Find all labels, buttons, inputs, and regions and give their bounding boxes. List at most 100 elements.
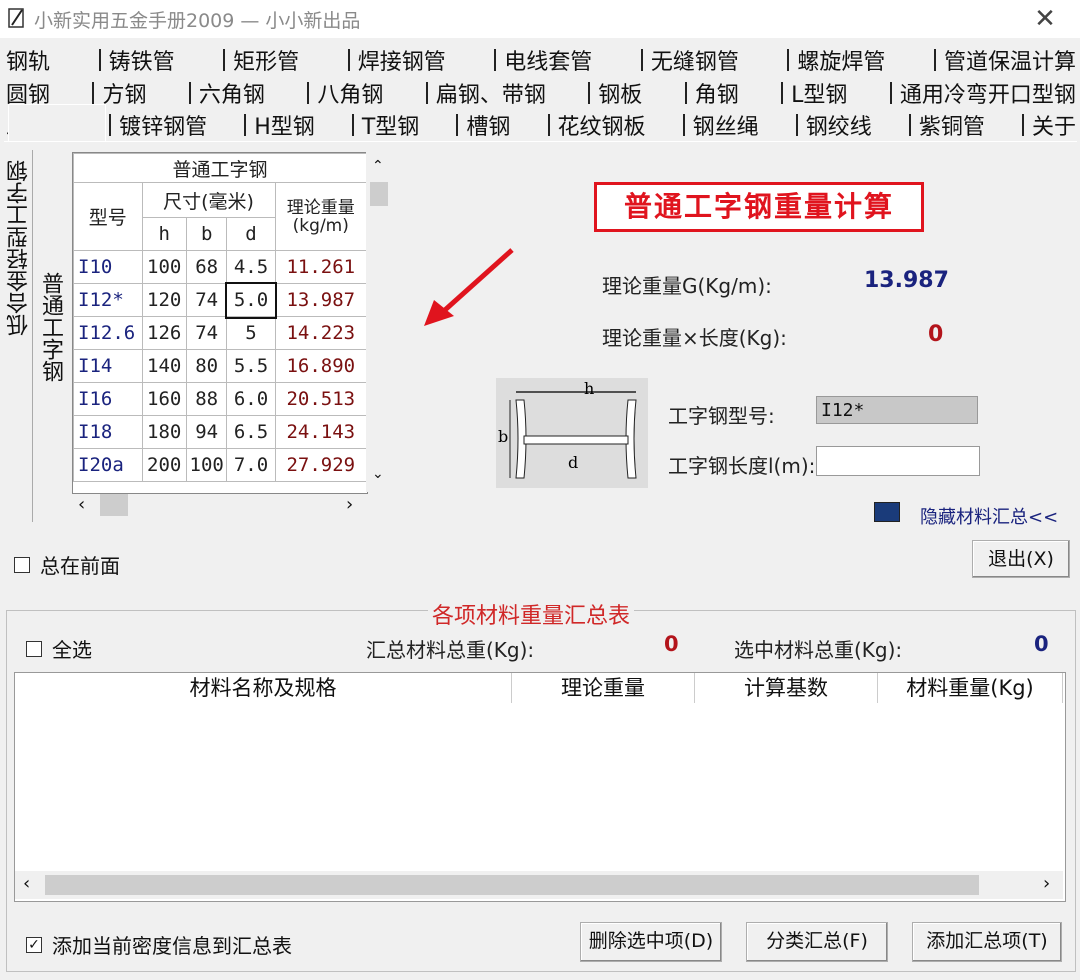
table-row[interactable]: I18 180 94 6.5 24.143 bbox=[73, 415, 367, 449]
cell-h[interactable]: 200 bbox=[141, 448, 187, 482]
tab-row1-1[interactable]: 铸铁管 bbox=[91, 44, 175, 76]
summary-scroll-right-icon[interactable]: › bbox=[1043, 873, 1050, 894]
cell-w[interactable]: 14.223 bbox=[274, 316, 367, 350]
always-on-top-checkbox[interactable] bbox=[14, 556, 30, 573]
length-input[interactable] bbox=[816, 446, 980, 476]
tab-row1-0[interactable]: 钢轨 bbox=[6, 44, 50, 76]
cell-model[interactable]: I12* bbox=[73, 283, 143, 317]
cell-h[interactable]: 140 bbox=[141, 349, 187, 383]
summary-horizontal-scrollbar[interactable]: ‹ › bbox=[15, 871, 1063, 899]
close-button[interactable]: ✕ bbox=[1030, 4, 1060, 34]
cell-w[interactable]: 16.890 bbox=[274, 349, 367, 383]
cell-h[interactable]: 180 bbox=[141, 415, 187, 449]
scroll-up-icon[interactable]: ⌃ bbox=[372, 158, 384, 174]
always-on-top[interactable]: 总在前面 bbox=[14, 550, 120, 579]
col-calc-base[interactable]: 计算基数 bbox=[695, 673, 878, 703]
tab-row2-5[interactable]: 钢板 bbox=[580, 77, 642, 109]
cell-d[interactable]: 5 bbox=[226, 316, 276, 350]
cell-model[interactable]: I16 bbox=[73, 382, 143, 416]
table-row[interactable]: I12* 120 74 5.0 13.987 bbox=[73, 281, 367, 319]
tab-row1-2[interactable]: 矩形管 bbox=[215, 44, 299, 76]
cell-w[interactable]: 20.513 bbox=[274, 382, 367, 416]
col-material-weight[interactable]: 材料重量(Kg) bbox=[878, 673, 1063, 703]
tab-row3-4[interactable]: 槽钢 bbox=[448, 109, 510, 141]
cell-b[interactable]: 74 bbox=[185, 316, 228, 350]
tab-row3-8[interactable]: 紫铜管 bbox=[901, 109, 985, 141]
cell-d[interactable]: 5.0 bbox=[224, 281, 278, 319]
cell-h[interactable]: 126 bbox=[141, 316, 187, 350]
summary-list[interactable]: 材料名称及规格 理论重量 计算基数 材料重量(Kg) ‹ › bbox=[14, 672, 1066, 902]
scroll-down-icon[interactable]: ⌄ bbox=[372, 466, 384, 482]
cell-d[interactable]: 5.5 bbox=[226, 349, 276, 383]
tab-row3-1[interactable]: 镀锌钢管 bbox=[101, 109, 207, 141]
table-vertical-scrollbar[interactable]: ⌃ ⌄ bbox=[366, 152, 392, 492]
delete-selected-button[interactable]: 删除选中项(D) bbox=[580, 922, 722, 962]
tab-row3-7[interactable]: 钢绞线 bbox=[788, 109, 872, 141]
tab-row1-7[interactable]: 管道保温计算 bbox=[926, 44, 1076, 76]
cell-b[interactable]: 74 bbox=[185, 283, 228, 317]
summary-scroll-left-icon[interactable]: ‹ bbox=[23, 873, 30, 894]
tab-row1-3[interactable]: 焊接钢管 bbox=[340, 44, 446, 76]
add-density-checkbox[interactable]: ✓ bbox=[26, 936, 42, 953]
cell-model[interactable]: I14 bbox=[73, 349, 143, 383]
tab-row2-4[interactable]: 扁钢、带钢 bbox=[418, 77, 546, 109]
tab-row2-8[interactable]: 通用冷弯开口型钢 bbox=[882, 77, 1076, 109]
tab-row1-4[interactable]: 电线套管 bbox=[486, 44, 592, 76]
hscroll-thumb[interactable] bbox=[100, 494, 128, 516]
tab-row3-3[interactable]: T型钢 bbox=[344, 109, 419, 141]
tab-row3-9[interactable]: 关于 bbox=[1014, 109, 1076, 141]
cell-h[interactable]: 160 bbox=[141, 382, 187, 416]
add-density[interactable]: ✓ 添加当前密度信息到汇总表 bbox=[26, 930, 292, 959]
table-row[interactable]: I16 160 88 6.0 20.513 bbox=[73, 382, 367, 416]
cell-h[interactable]: 120 bbox=[141, 283, 187, 317]
tab-row1-6[interactable]: 螺旋焊管 bbox=[779, 44, 885, 76]
cell-model[interactable]: I10 bbox=[73, 250, 143, 284]
exit-button[interactable]: 退出(X) bbox=[972, 540, 1070, 578]
cell-w[interactable]: 11.261 bbox=[274, 250, 367, 284]
cell-d[interactable]: 7.0 bbox=[226, 448, 276, 482]
cell-w[interactable]: 27.929 bbox=[274, 448, 367, 482]
cell-b[interactable]: 88 bbox=[185, 382, 228, 416]
tab-row2-2[interactable]: 六角钢 bbox=[181, 77, 265, 109]
col-theory-weight[interactable]: 理论重量 bbox=[512, 673, 695, 703]
tab-row3-5[interactable]: 花纹钢板 bbox=[540, 109, 646, 141]
classify-summary-button[interactable]: 分类汇总(F) bbox=[746, 922, 888, 962]
cell-w[interactable]: 24.143 bbox=[274, 415, 367, 449]
vtab-normal-i-beam[interactable]: 普通工字钢 bbox=[34, 272, 64, 412]
table-horizontal-scrollbar[interactable]: ‹ › bbox=[72, 492, 366, 518]
col-material-name[interactable]: 材料名称及规格 bbox=[15, 673, 512, 703]
cell-h[interactable]: 100 bbox=[141, 250, 187, 284]
summary-scroll-thumb[interactable] bbox=[45, 875, 979, 895]
cell-d[interactable]: 6.0 bbox=[226, 382, 276, 416]
table-row[interactable]: I10 100 68 4.5 11.261 bbox=[73, 250, 367, 284]
cell-model[interactable]: I20a bbox=[73, 448, 143, 482]
cell-d[interactable]: 6.5 bbox=[226, 415, 276, 449]
table-row[interactable]: I14 140 80 5.5 16.890 bbox=[73, 349, 367, 383]
cell-b[interactable]: 100 bbox=[185, 448, 228, 482]
scroll-thumb[interactable] bbox=[370, 182, 388, 206]
select-all[interactable]: 全选 bbox=[26, 634, 92, 663]
table-row[interactable]: I20a 200 100 7.0 27.929 bbox=[73, 448, 367, 482]
tab-row1-5[interactable]: 无缝钢管 bbox=[633, 44, 739, 76]
cell-b[interactable]: 80 bbox=[185, 349, 228, 383]
vtab-low-alloy-light-i-beam[interactable]: 低合金轻型工字钢 bbox=[4, 160, 36, 336]
cell-b[interactable]: 94 bbox=[185, 415, 228, 449]
cell-w[interactable]: 13.987 bbox=[274, 283, 367, 317]
tab-row3-2[interactable]: H型钢 bbox=[236, 109, 315, 141]
cell-model[interactable]: I18 bbox=[73, 415, 143, 449]
cell-model[interactable]: I12.6 bbox=[73, 316, 143, 350]
scroll-right-icon[interactable]: › bbox=[346, 494, 353, 515]
tab-row2-7[interactable]: L型钢 bbox=[773, 77, 847, 109]
hide-summary-link[interactable]: 隐藏材料汇总<< bbox=[920, 503, 1058, 529]
cell-d[interactable]: 4.5 bbox=[226, 250, 276, 284]
tab-row2-6[interactable]: 角钢 bbox=[677, 77, 739, 109]
table-row[interactable]: I12.6 126 74 5 14.223 bbox=[73, 316, 367, 350]
select-all-checkbox[interactable] bbox=[26, 640, 42, 657]
add-summary-button[interactable]: 添加汇总项(T) bbox=[912, 922, 1062, 962]
cell-b[interactable]: 68 bbox=[185, 250, 228, 284]
scroll-left-icon[interactable]: ‹ bbox=[78, 494, 85, 515]
tab-row3-6[interactable]: 钢丝绳 bbox=[675, 109, 759, 141]
i-beam-table[interactable]: 普通工字钢 型号 尺寸(毫米) 理论重量(kg/m) h b d I10 100 6… bbox=[72, 152, 368, 494]
calculator-icon[interactable] bbox=[874, 502, 900, 522]
tab-row2-3[interactable]: 八角钢 bbox=[299, 77, 383, 109]
